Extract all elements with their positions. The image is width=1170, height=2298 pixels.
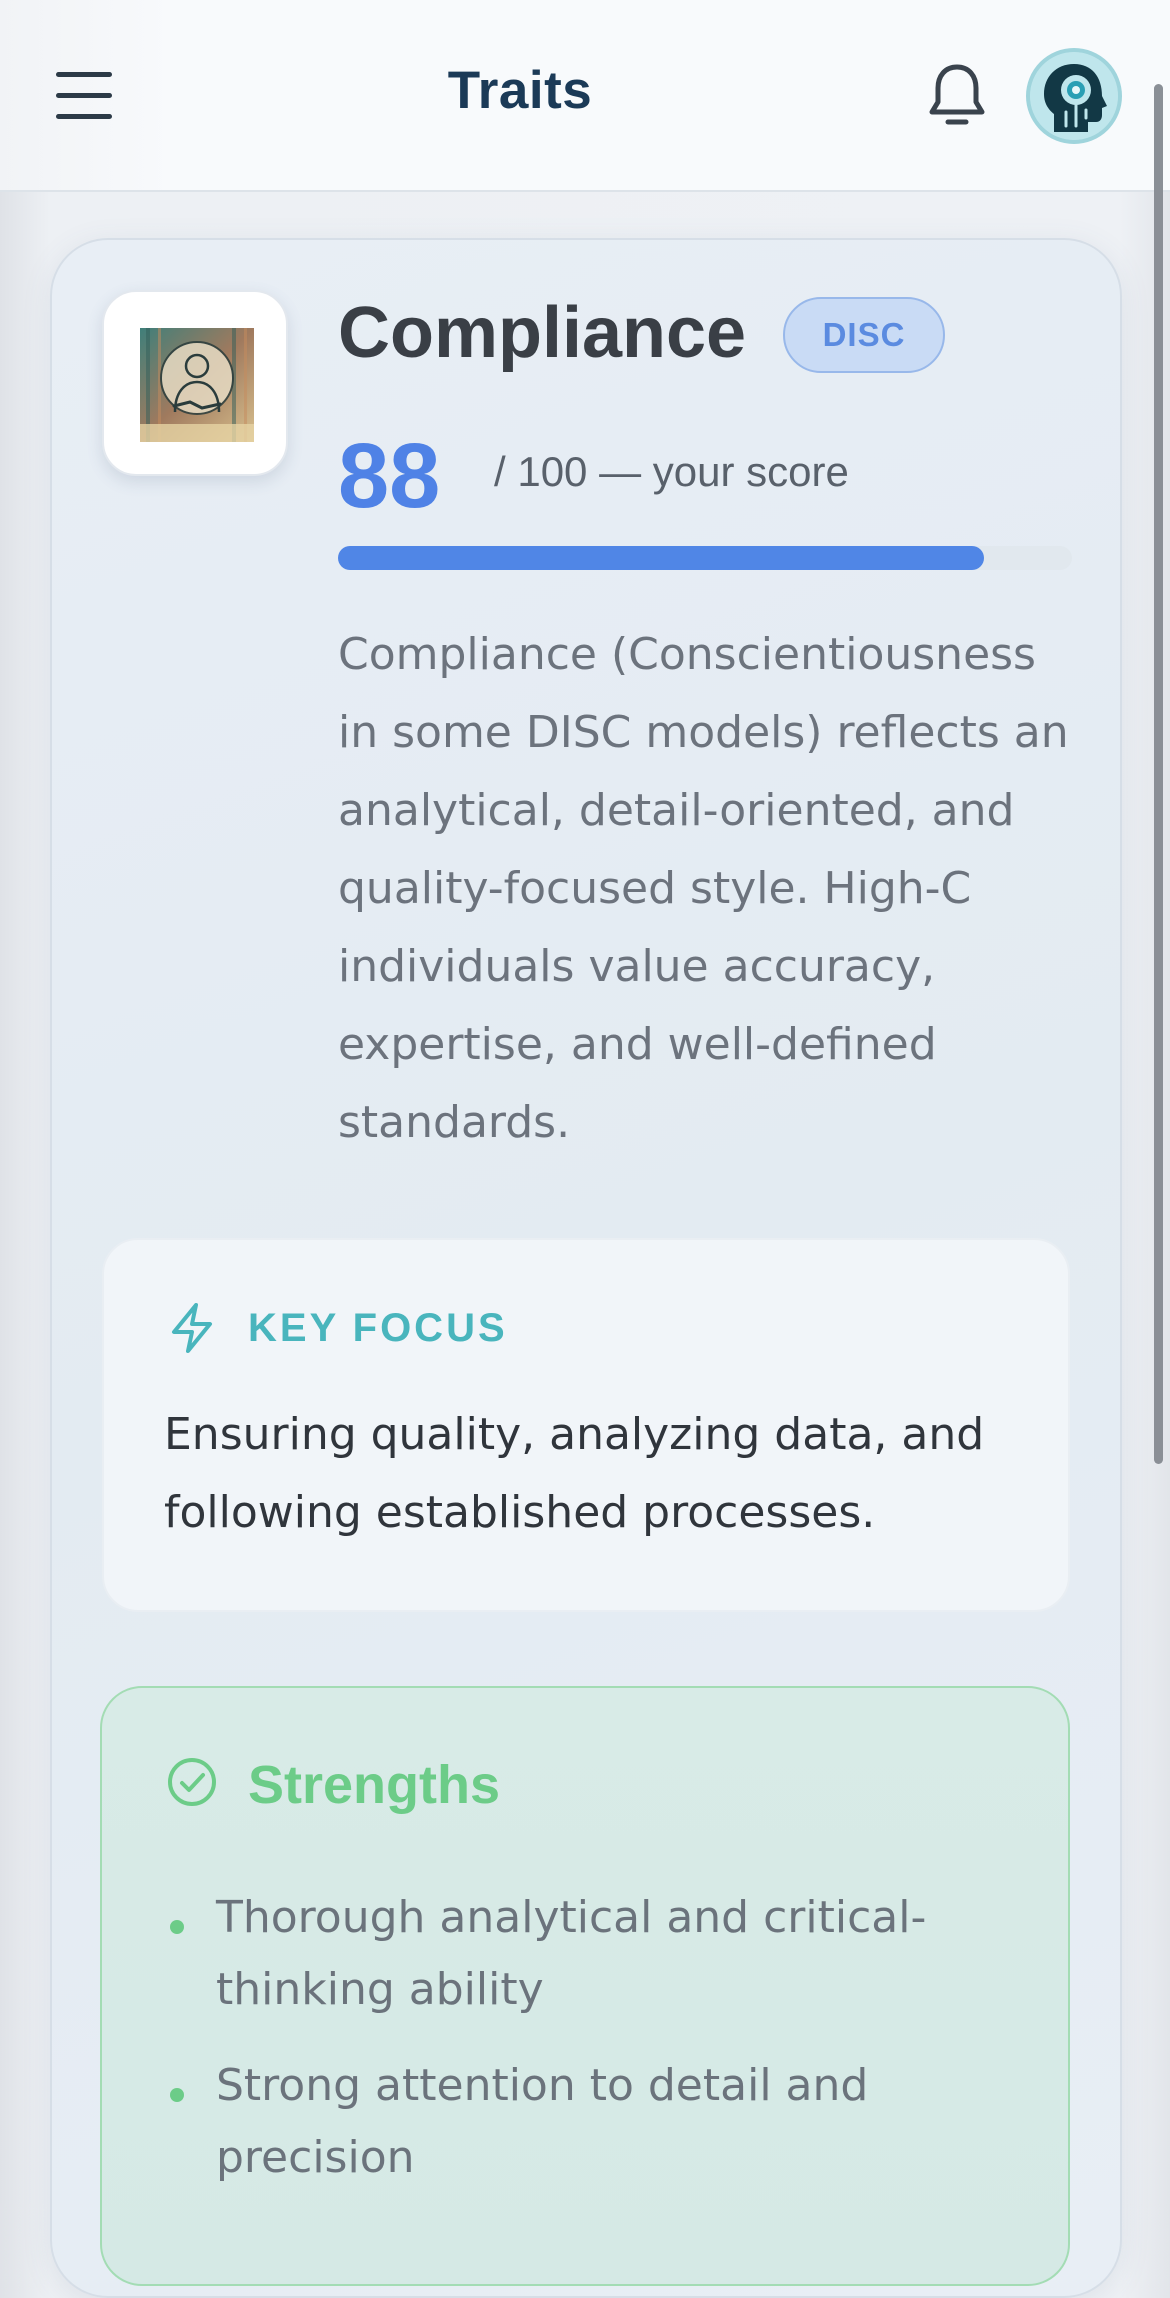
page-title: Traits bbox=[447, 61, 593, 120]
bullet-icon bbox=[170, 2088, 184, 2102]
top-app-bar: Traits bbox=[0, 0, 1170, 192]
strength-text: Thorough analytical and critical-thinkin… bbox=[216, 1892, 927, 2015]
notifications-button[interactable] bbox=[926, 62, 988, 130]
list-item: Thorough analytical and critical-thinkin… bbox=[166, 1882, 1026, 2026]
score-caption: / 100 — your score bbox=[494, 448, 849, 495]
trait-description: Compliance (Conscientiousness in some DI… bbox=[338, 629, 1069, 1148]
trait-name: Compliance bbox=[338, 293, 747, 373]
list-item: Strong attention to detail and precision bbox=[166, 2050, 1026, 2194]
check-circle-icon bbox=[168, 1758, 216, 1806]
key-focus-text: Ensuring quality, analyzing data, and fo… bbox=[164, 1409, 985, 1538]
score-progress-fill bbox=[338, 546, 984, 570]
strengths-title: Strengths bbox=[248, 1755, 501, 1815]
ai-head-avatar-icon bbox=[1030, 52, 1118, 140]
bullet-icon bbox=[170, 1920, 184, 1934]
strengths-section: Strengths Thorough analytical and critic… bbox=[100, 1686, 1070, 2286]
scrollbar[interactable] bbox=[1154, 84, 1163, 1464]
key-focus-label: KEY FOCUS bbox=[248, 1306, 508, 1350]
key-focus-section: KEY FOCUS Ensuring quality, analyzing da… bbox=[102, 1238, 1070, 1612]
strengths-list: Thorough analytical and critical-thinkin… bbox=[166, 1882, 1026, 2218]
trait-category-badge: DISC bbox=[783, 297, 945, 373]
score-value: 88 bbox=[338, 425, 441, 527]
lightning-bolt-icon bbox=[172, 1303, 212, 1353]
bell-icon bbox=[929, 64, 985, 125]
handshake-person-illustration-icon bbox=[140, 328, 254, 442]
strength-text: Strong attention to detail and precision bbox=[216, 2060, 869, 2183]
user-avatar[interactable] bbox=[1026, 48, 1122, 144]
trait-image-frame bbox=[102, 290, 288, 476]
score-progress-bar bbox=[338, 546, 1072, 570]
